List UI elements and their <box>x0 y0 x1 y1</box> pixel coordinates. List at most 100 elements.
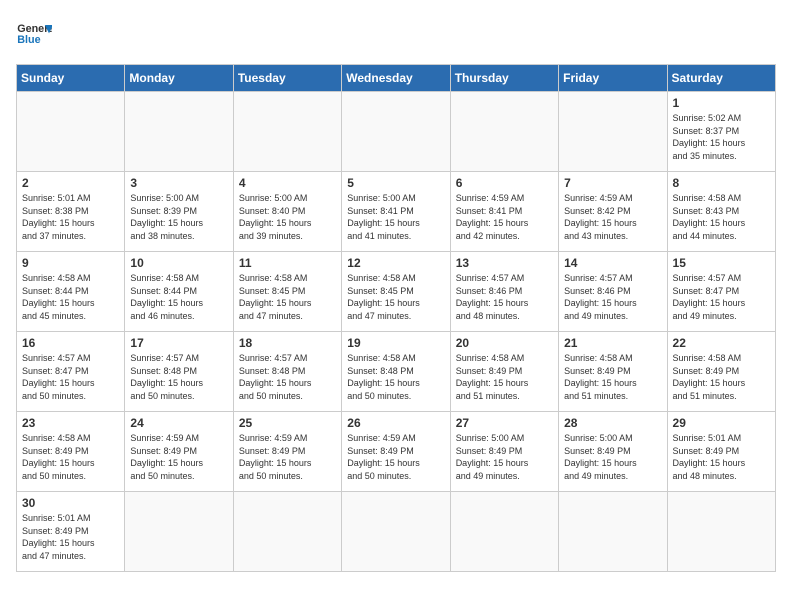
calendar-cell: 6Sunrise: 4:59 AM Sunset: 8:41 PM Daylig… <box>450 172 558 252</box>
day-number: 27 <box>456 416 553 430</box>
day-number: 28 <box>564 416 661 430</box>
calendar-cell <box>559 92 667 172</box>
calendar-cell: 12Sunrise: 4:58 AM Sunset: 8:45 PM Dayli… <box>342 252 450 332</box>
calendar-cell: 3 Sunrise: 5:00 AM Sunset: 8:39 PM Daylig… <box>125 172 233 252</box>
day-info: Sunrise: 4:58 AM Sunset: 8:49 PM Dayligh… <box>22 432 119 482</box>
calendar-cell: 14 Sunrise: 4:57 AM Sunset: 8:46 PM Dayli… <box>559 252 667 332</box>
header: General Blue <box>16 16 776 52</box>
day-number: 14 <box>564 256 661 270</box>
day-info: Sunrise: 4:58 AM Sunset: 8:48 PM Dayligh… <box>347 352 444 402</box>
calendar-cell <box>342 92 450 172</box>
day-info: Sunrise: 4:59 AM Sunset: 8:41 PM Dayligh… <box>456 192 553 242</box>
calendar-cell <box>17 92 125 172</box>
day-number: 22 <box>673 336 770 350</box>
day-number: 7 <box>564 176 661 190</box>
day-header-monday: Monday <box>125 65 233 92</box>
calendar-cell: 13 Sunrise: 4:57 AM Sunset: 8:46 PM Dayli… <box>450 252 558 332</box>
day-info: Sunrise: 4:58 AM Sunset: 8:43 PM Dayligh… <box>673 192 770 242</box>
calendar-cell: 20Sunrise: 4:58 AM Sunset: 8:49 PM Dayli… <box>450 332 558 412</box>
calendar-cell: 19 Sunrise: 4:58 AM Sunset: 8:48 PM Dayli… <box>342 332 450 412</box>
calendar-cell <box>125 492 233 572</box>
calendar-cell: 24 Sunrise: 4:59 AM Sunset: 8:49 PM Dayli… <box>125 412 233 492</box>
day-info: Sunrise: 5:00 AM Sunset: 8:40 PM Dayligh… <box>239 192 336 242</box>
day-number: 20 <box>456 336 553 350</box>
day-number: 15 <box>673 256 770 270</box>
calendar-cell: 23 Sunrise: 4:58 AM Sunset: 8:49 PM Dayli… <box>17 412 125 492</box>
calendar-cell: 2 Sunrise: 5:01 AM Sunset: 8:38 PM Daylig… <box>17 172 125 252</box>
day-info: Sunrise: 5:00 AM Sunset: 8:39 PM Dayligh… <box>130 192 227 242</box>
calendar-cell <box>559 492 667 572</box>
calendar-cell: 9 Sunrise: 4:58 AM Sunset: 8:44 PM Daylig… <box>17 252 125 332</box>
day-number: 5 <box>347 176 444 190</box>
day-info: Sunrise: 4:58 AM Sunset: 8:44 PM Dayligh… <box>130 272 227 322</box>
day-number: 19 <box>347 336 444 350</box>
calendar: SundayMondayTuesdayWednesdayThursdayFrid… <box>16 64 776 572</box>
day-number: 16 <box>22 336 119 350</box>
calendar-cell <box>125 92 233 172</box>
day-info: Sunrise: 4:57 AM Sunset: 8:47 PM Dayligh… <box>22 352 119 402</box>
calendar-cell: 26Sunrise: 4:59 AM Sunset: 8:49 PM Dayli… <box>342 412 450 492</box>
day-number: 4 <box>239 176 336 190</box>
day-info: Sunrise: 4:59 AM Sunset: 8:49 PM Dayligh… <box>130 432 227 482</box>
day-info: Sunrise: 4:58 AM Sunset: 8:45 PM Dayligh… <box>347 272 444 322</box>
calendar-cell <box>233 492 341 572</box>
day-info: Sunrise: 4:57 AM Sunset: 8:46 PM Dayligh… <box>456 272 553 322</box>
day-number: 18 <box>239 336 336 350</box>
day-info: Sunrise: 4:58 AM Sunset: 8:44 PM Dayligh… <box>22 272 119 322</box>
calendar-cell: 1 Sunrise: 5:02 AM Sunset: 8:37 PM Daylig… <box>667 92 775 172</box>
day-number: 23 <box>22 416 119 430</box>
day-header-friday: Friday <box>559 65 667 92</box>
calendar-cell: 30 Sunrise: 5:01 AM Sunset: 8:49 PM Dayli… <box>17 492 125 572</box>
day-info: Sunrise: 4:59 AM Sunset: 8:42 PM Dayligh… <box>564 192 661 242</box>
day-info: Sunrise: 4:58 AM Sunset: 8:45 PM Dayligh… <box>239 272 336 322</box>
calendar-cell <box>450 92 558 172</box>
calendar-cell <box>667 492 775 572</box>
calendar-cell: 11 Sunrise: 4:58 AM Sunset: 8:45 PM Dayli… <box>233 252 341 332</box>
day-number: 25 <box>239 416 336 430</box>
svg-text:Blue: Blue <box>17 34 40 46</box>
day-number: 24 <box>130 416 227 430</box>
day-info: Sunrise: 5:01 AM Sunset: 8:49 PM Dayligh… <box>22 512 119 562</box>
day-header-thursday: Thursday <box>450 65 558 92</box>
calendar-cell: 28 Sunrise: 5:00 AM Sunset: 8:49 PM Dayli… <box>559 412 667 492</box>
day-number: 10 <box>130 256 227 270</box>
calendar-cell: 5 Sunrise: 5:00 AM Sunset: 8:41 PM Daylig… <box>342 172 450 252</box>
day-number: 30 <box>22 496 119 510</box>
day-info: Sunrise: 4:59 AM Sunset: 8:49 PM Dayligh… <box>239 432 336 482</box>
day-number: 1 <box>673 96 770 110</box>
day-header-tuesday: Tuesday <box>233 65 341 92</box>
calendar-cell: 18 Sunrise: 4:57 AM Sunset: 8:48 PM Dayli… <box>233 332 341 412</box>
logo: General Blue <box>16 16 56 52</box>
day-number: 9 <box>22 256 119 270</box>
day-number: 13 <box>456 256 553 270</box>
day-info: Sunrise: 4:57 AM Sunset: 8:46 PM Dayligh… <box>564 272 661 322</box>
day-info: Sunrise: 4:57 AM Sunset: 8:47 PM Dayligh… <box>673 272 770 322</box>
day-info: Sunrise: 5:00 AM Sunset: 8:49 PM Dayligh… <box>456 432 553 482</box>
day-info: Sunrise: 5:01 AM Sunset: 8:38 PM Dayligh… <box>22 192 119 242</box>
calendar-cell: 10 Sunrise: 4:58 AM Sunset: 8:44 PM Dayli… <box>125 252 233 332</box>
day-info: Sunrise: 4:57 AM Sunset: 8:48 PM Dayligh… <box>239 352 336 402</box>
calendar-cell: 22Sunrise: 4:58 AM Sunset: 8:49 PM Dayli… <box>667 332 775 412</box>
calendar-cell: 16 Sunrise: 4:57 AM Sunset: 8:47 PM Dayli… <box>17 332 125 412</box>
day-header-wednesday: Wednesday <box>342 65 450 92</box>
calendar-cell <box>450 492 558 572</box>
calendar-cell <box>342 492 450 572</box>
day-info: Sunrise: 4:58 AM Sunset: 8:49 PM Dayligh… <box>564 352 661 402</box>
day-number: 11 <box>239 256 336 270</box>
calendar-cell: 15 Sunrise: 4:57 AM Sunset: 8:47 PM Dayli… <box>667 252 775 332</box>
day-number: 21 <box>564 336 661 350</box>
day-number: 2 <box>22 176 119 190</box>
day-number: 17 <box>130 336 227 350</box>
day-info: Sunrise: 5:00 AM Sunset: 8:49 PM Dayligh… <box>564 432 661 482</box>
calendar-cell <box>233 92 341 172</box>
day-number: 3 <box>130 176 227 190</box>
calendar-cell: 29Sunrise: 5:01 AM Sunset: 8:49 PM Dayli… <box>667 412 775 492</box>
calendar-cell: 17Sunrise: 4:57 AM Sunset: 8:48 PM Dayli… <box>125 332 233 412</box>
day-number: 26 <box>347 416 444 430</box>
day-number: 8 <box>673 176 770 190</box>
day-number: 29 <box>673 416 770 430</box>
calendar-cell: 25 Sunrise: 4:59 AM Sunset: 8:49 PM Dayli… <box>233 412 341 492</box>
day-header-sunday: Sunday <box>17 65 125 92</box>
day-info: Sunrise: 5:00 AM Sunset: 8:41 PM Dayligh… <box>347 192 444 242</box>
day-info: Sunrise: 5:02 AM Sunset: 8:37 PM Dayligh… <box>673 112 770 162</box>
